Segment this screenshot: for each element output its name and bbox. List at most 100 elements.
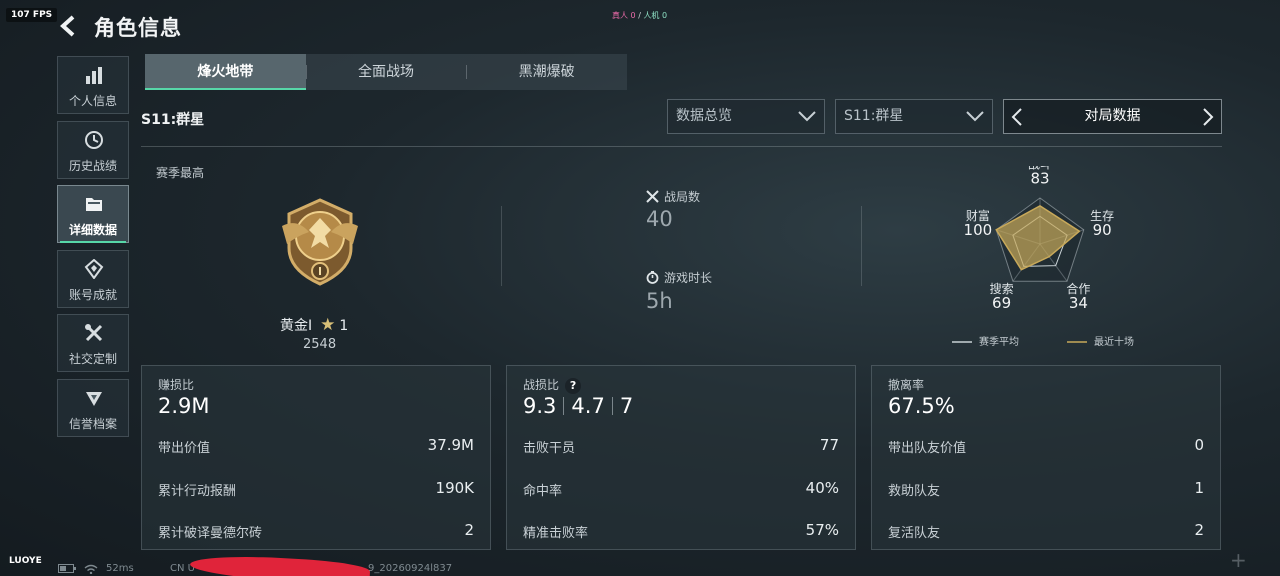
crosshair-icon: + (1230, 548, 1247, 572)
stat-value: 37.9M (427, 436, 474, 454)
rank-name: 黄金I (280, 318, 313, 334)
gold-rank-medal-icon (282, 198, 358, 286)
stat-label: 累计行动报酬 (158, 484, 237, 499)
real-player-count: 真人 0 (612, 11, 636, 20)
ability-radar-chart: 战斗83生存90合作34搜索69财富100赛季平均最近十场 (952, 166, 1134, 348)
tab-battlefield[interactable]: 全面战场 (305, 54, 467, 90)
wifi-icon (84, 564, 98, 574)
radar-axis-value: 34 (1069, 294, 1088, 312)
player-count-separator: / (638, 11, 641, 20)
divider (501, 206, 502, 286)
sidebar-item-history[interactable]: 历史战绩 (57, 121, 129, 179)
stat-label: 带出队友价值 (888, 441, 967, 456)
kd-ratio-label: 战损比 (523, 378, 560, 392)
ping-value: 52ms (106, 563, 134, 574)
back-arrow-icon[interactable] (58, 14, 80, 38)
kd-value-3: 7 (619, 394, 634, 418)
bot-player-count: 人机 0 (643, 11, 668, 20)
profit-ratio-label: 赚损比 (158, 378, 195, 392)
tab-blacktide[interactable]: 黑潮爆破 (466, 54, 627, 90)
stat-value: 77 (819, 436, 839, 454)
stat-label: 带出价值 (158, 441, 211, 456)
stat-label: 命中率 (523, 484, 563, 499)
redaction-mark (189, 553, 371, 576)
achievement-icon (84, 259, 104, 279)
stat-value: 57% (805, 521, 839, 539)
overview-dropdown[interactable]: 数据总览 (667, 99, 825, 134)
build-id: 9_20260924l837 (368, 563, 453, 574)
crossed-swords-icon (646, 190, 659, 203)
chevron-right-icon[interactable] (1202, 108, 1214, 126)
stat-row: 击败干员 77 (523, 436, 839, 457)
season-title: S11:群星 (141, 112, 205, 128)
stat-value: 2 (464, 521, 474, 539)
sidebar-item-achievements[interactable]: 账号成就 (57, 250, 129, 308)
sidebar-item-profile[interactable]: 个人信息 (57, 56, 129, 114)
stat-value: 2 (1194, 521, 1204, 539)
combat-card: 战损比? 9.3 4.7 7 击败干员 77 命中率 40% 精准击败率 57% (506, 365, 856, 550)
stat-row: 累计破译曼德尔砖 2 (158, 521, 474, 542)
sidebar-item-label: 社交定制 (68, 352, 117, 366)
stat-label: 累计破译曼德尔砖 (158, 526, 263, 541)
season-dropdown[interactable]: S11:群星 (835, 99, 993, 134)
playtime-label-row: 游戏时长 (646, 269, 712, 286)
battery-icon (58, 564, 76, 573)
stat-row: 救助队友 1 (888, 479, 1204, 500)
extraction-card: 撤离率 67.5% 带出队友价值 0 救助队友 1 复活队友 2 (871, 365, 1221, 550)
sidebar-item-social[interactable]: 社交定制 (57, 314, 129, 372)
divider (861, 206, 862, 286)
stat-row: 累计行动报酬 190K (158, 479, 474, 500)
fps-counter: 107 FPS (6, 8, 58, 22)
radar-axis-value: 83 (1030, 170, 1049, 188)
history-icon (85, 131, 103, 149)
star-icon: ★ (320, 315, 336, 335)
stat-row: 精准击败率 57% (523, 521, 839, 542)
username: LUOYE (9, 556, 42, 566)
rank-stars: 1 (339, 318, 349, 334)
stat-row: 带出价值 37.9M (158, 436, 474, 457)
stat-label: 击败干员 (523, 441, 576, 456)
reputation-icon (86, 392, 102, 406)
stat-value: 190K (435, 479, 474, 497)
sidebar-item-reputation[interactable]: 信誉档案 (57, 379, 129, 437)
stat-row: 带出队友价值 0 (888, 436, 1204, 457)
profit-ratio-value: 2.9M (158, 394, 210, 418)
stat-value: 1 (1194, 479, 1204, 497)
tab-warzone[interactable]: 烽火地带 (145, 54, 306, 90)
kd-value-2: 4.7 (571, 394, 605, 418)
folder-icon (86, 198, 102, 211)
playtime-value: 5h (646, 289, 673, 313)
stat-row: 命中率 40% (523, 479, 839, 500)
kd-label-row: 战损比? (523, 376, 582, 394)
sidebar-item-details[interactable]: 详细数据 (57, 185, 129, 243)
playtime-label: 游戏时长 (664, 271, 713, 285)
rank-info: 黄金I ★ 1 (280, 315, 348, 335)
network-status: 52ms (58, 563, 134, 574)
profit-card: 赚损比 2.9M 带出价值 37.9M 累计行动报酬 190K 累计破译曼德尔砖 2 (141, 365, 491, 550)
season-highest-label: 赛季最高 (156, 166, 205, 180)
sidebar-item-label: 个人信息 (68, 94, 117, 108)
bar-chart-icon (86, 67, 102, 84)
tools-icon (85, 324, 103, 342)
player-count: 真人 0 / 人机 0 (612, 10, 667, 21)
matches-label: 战局数 (664, 190, 701, 204)
matches-value: 40 (646, 207, 673, 231)
radar-axis-value: 100 (964, 221, 993, 239)
radar-axis-value: 90 (1093, 221, 1112, 239)
stat-row: 复活队友 2 (888, 521, 1204, 542)
sidebar-item-label: 详细数据 (68, 223, 117, 237)
radar-axis-value: 69 (992, 294, 1011, 312)
legend-recent-label: 最近十场 (1094, 335, 1134, 348)
extraction-rate-label: 撤离率 (888, 378, 925, 392)
kd-values: 9.3 4.7 7 (523, 394, 633, 418)
kd-separator (563, 397, 565, 415)
help-icon[interactable]: ? (565, 378, 582, 394)
kd-value-1: 9.3 (523, 394, 557, 418)
sidebar-item-label: 历史战绩 (68, 159, 117, 173)
stat-label: 精准击败率 (523, 526, 589, 541)
stat-label: 救助队友 (888, 484, 941, 499)
season-dropdown-value: S11:群星 (844, 108, 904, 124)
rank-score: 2548 (303, 337, 337, 352)
page-title: 角色信息 (94, 16, 182, 40)
overview-dropdown-value: 数据总览 (676, 108, 732, 124)
